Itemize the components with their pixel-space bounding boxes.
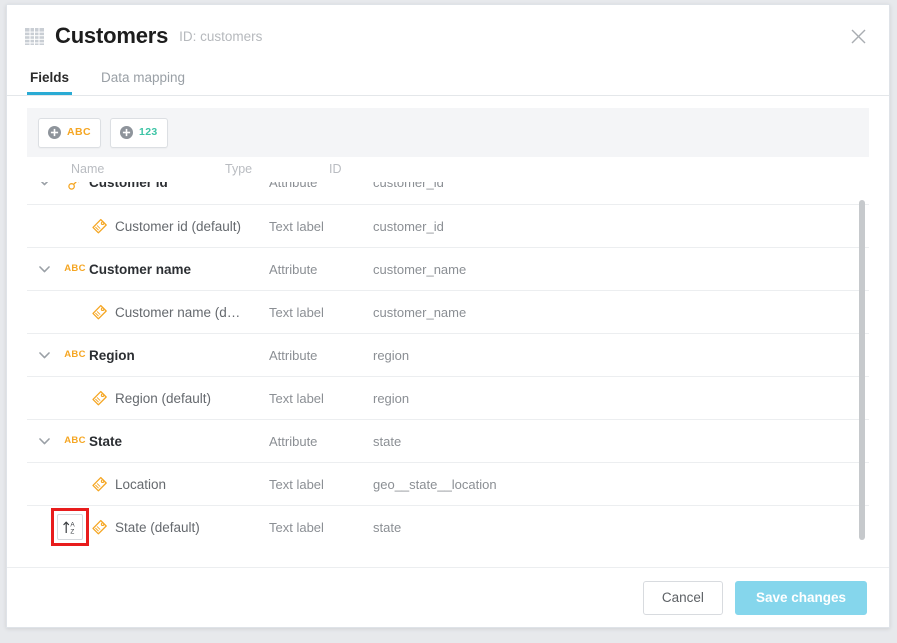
row-id-cell: state xyxy=(373,434,869,449)
column-header-name: Name xyxy=(27,163,225,176)
row-name-label: Region xyxy=(89,348,135,363)
fields-table: Name Type ID Customer idAttributecustome… xyxy=(27,159,869,552)
tag-icon xyxy=(87,389,111,407)
table-row[interactable]: AZ State (default) Text labelstate xyxy=(27,505,869,548)
row-id-cell: customer_name xyxy=(373,262,869,277)
row-name-label: Customer id xyxy=(89,182,168,190)
row-type-cell: Attribute xyxy=(269,182,373,190)
table-row[interactable]: ABCRegionAttributeregion xyxy=(27,333,869,376)
row-name-cell: AZ State (default) xyxy=(27,506,269,548)
close-icon xyxy=(851,29,866,44)
chevron-down-icon[interactable] xyxy=(35,346,53,364)
row-name-cell: Region (default) xyxy=(27,377,269,419)
row-name-cell: ABCState xyxy=(27,420,269,462)
table-row[interactable]: Region (default) Text labelregion xyxy=(27,376,869,419)
key-icon xyxy=(63,182,87,192)
abc-icon: ABC xyxy=(63,432,87,450)
row-name-label: Location xyxy=(115,477,166,492)
row-type-cell: Attribute xyxy=(269,348,373,363)
row-name-cell: ABCRegion xyxy=(27,334,269,376)
grid-icon xyxy=(25,28,55,45)
plus-circle-icon xyxy=(48,126,61,139)
field-editor-modal: Customers ID: customers Fields Data mapp… xyxy=(6,4,890,628)
row-id-cell: state xyxy=(373,520,869,535)
row-name-cell: Customer name (d… xyxy=(27,291,269,333)
chevron-down-icon[interactable] xyxy=(35,182,53,192)
row-type-cell: Text label xyxy=(269,305,373,320)
tab-bar: Fields Data mapping xyxy=(7,67,889,96)
column-header-id: ID xyxy=(329,163,869,176)
row-name-cell: Location xyxy=(27,463,269,505)
cancel-button[interactable]: Cancel xyxy=(643,581,723,615)
svg-text:A: A xyxy=(70,521,75,528)
row-name-cell: ABCCustomer name xyxy=(27,248,269,290)
row-id-cell: geo__state__location xyxy=(373,477,869,492)
sort-a-z-icon[interactable]: AZ xyxy=(57,514,83,540)
row-name-label: Customer name (d… xyxy=(115,305,240,320)
row-id-cell: customer_id xyxy=(373,219,869,234)
table-scrollbar[interactable] xyxy=(858,182,866,552)
modal-footer: Cancel Save changes xyxy=(7,567,889,627)
chevron-down-icon[interactable] xyxy=(35,432,53,450)
row-type-cell: Text label xyxy=(269,520,373,535)
abc-icon: ABC xyxy=(63,346,87,364)
tag-icon xyxy=(87,303,111,321)
close-button[interactable] xyxy=(845,23,871,49)
tag-icon xyxy=(87,217,111,235)
table-row[interactable]: ABCCustomer nameAttributecustomer_name xyxy=(27,247,869,290)
row-name-label: State (default) xyxy=(115,520,200,535)
row-id-cell: region xyxy=(373,391,869,406)
modal-body: ABC 123 Name Type ID xyxy=(7,96,889,567)
page-title: Customers xyxy=(55,25,168,47)
table-scroll-area: Customer idAttributecustomer_idCustomer … xyxy=(27,182,869,552)
row-name-label: Customer id (default) xyxy=(115,219,241,234)
dataset-id-label: ID: customers xyxy=(179,30,262,44)
table-row[interactable]: Location Text labelgeo__state__location xyxy=(27,462,869,505)
table-row[interactable]: Customer name (d… Text labelcustomer_name xyxy=(27,290,869,333)
row-name-label: Customer name xyxy=(89,262,191,277)
tab-data-mapping[interactable]: Data mapping xyxy=(98,71,188,96)
row-type-cell: Attribute xyxy=(269,434,373,449)
row-id-cell: customer_name xyxy=(373,305,869,320)
add-measure-label: 123 xyxy=(139,127,158,138)
modal-header: Customers ID: customers xyxy=(7,5,889,67)
svg-text:Z: Z xyxy=(70,528,74,535)
row-type-cell: Text label xyxy=(269,391,373,406)
row-name-cell: Customer id (default) xyxy=(27,205,269,247)
chevron-down-icon[interactable] xyxy=(35,260,53,278)
abc-icon: ABC xyxy=(63,260,87,278)
row-name-cell: Customer id xyxy=(27,182,269,204)
tag-icon xyxy=(87,475,111,493)
row-type-cell: Attribute xyxy=(269,262,373,277)
row-id-cell: region xyxy=(373,348,869,363)
plus-circle-icon xyxy=(120,126,133,139)
row-name-label: Region (default) xyxy=(115,391,211,406)
row-type-cell: Text label xyxy=(269,477,373,492)
add-attribute-label: ABC xyxy=(67,127,91,138)
table-row[interactable]: Customer id Attributecustomer_id xyxy=(27,182,869,204)
add-measure-button[interactable]: 123 xyxy=(110,118,168,148)
row-id-cell: customer_id xyxy=(373,182,869,190)
row-name-label: State xyxy=(89,434,122,449)
table-row[interactable]: Customer id (default) Text labelcustomer_… xyxy=(27,204,869,247)
table-row[interactable]: ABCStateAttributestate xyxy=(27,419,869,462)
add-attribute-button[interactable]: ABC xyxy=(38,118,101,148)
column-header-type: Type xyxy=(225,163,329,176)
tag-icon xyxy=(87,518,111,536)
tab-fields[interactable]: Fields xyxy=(27,71,72,96)
row-type-cell: Text label xyxy=(269,219,373,234)
save-changes-button[interactable]: Save changes xyxy=(735,581,867,615)
table-rows: Customer idAttributecustomer_idCustomer … xyxy=(27,182,869,548)
field-toolbar: ABC 123 xyxy=(27,108,869,157)
table-scrollbar-thumb[interactable] xyxy=(859,200,865,540)
